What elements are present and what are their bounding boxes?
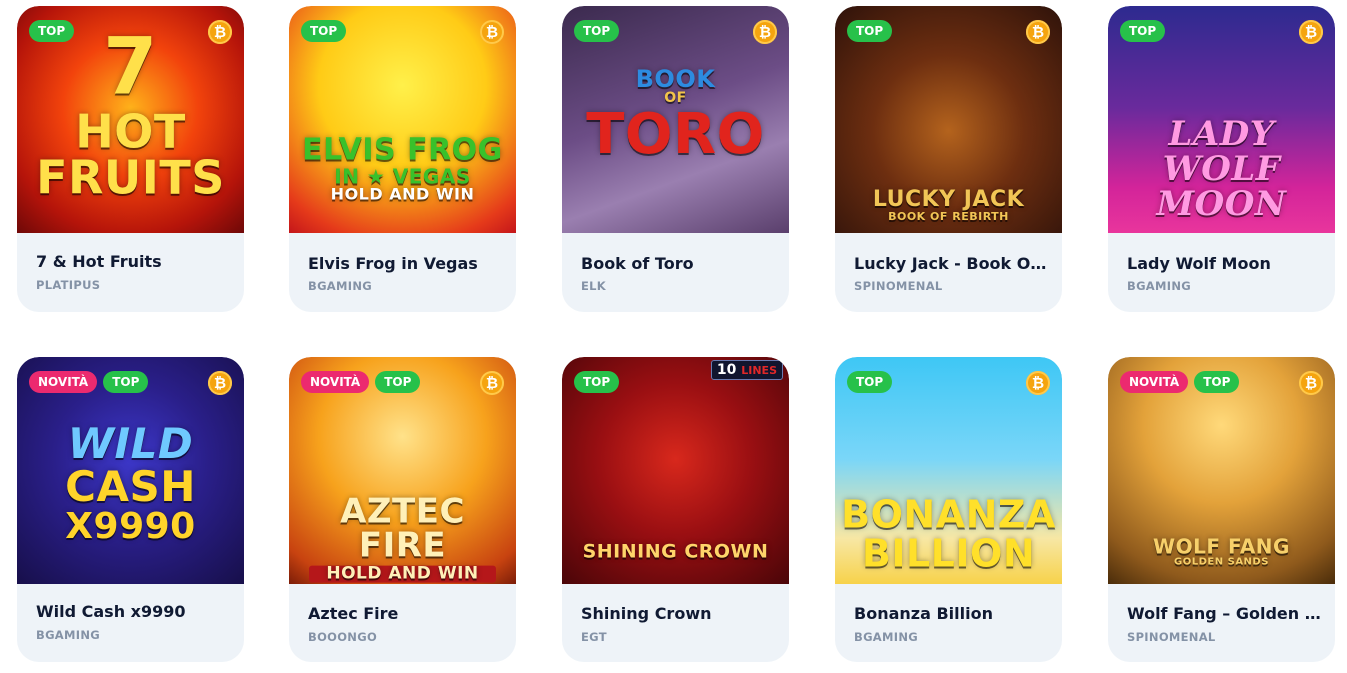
game-card[interactable]: LUCKY JACK BOOK OF REBIRTH TOP ₿ Lucky J… xyxy=(835,6,1062,312)
game-card[interactable]: BONANZA BILLION TOP ₿ Bonanza Billion BG… xyxy=(835,357,1062,662)
game-card[interactable]: ELVIS FROG IN ★ VEGAS HOLD AND WIN TOP ₿… xyxy=(289,6,516,312)
bitcoin-icon: ₿ xyxy=(208,371,232,395)
badge-group: TOP xyxy=(574,371,620,393)
game-artwork: BOOK OF TORO xyxy=(586,65,765,167)
bitcoin-icon: ₿ xyxy=(1026,371,1050,395)
top-badge: TOP xyxy=(103,371,149,393)
game-title[interactable]: Aztec Fire xyxy=(308,604,504,623)
game-card[interactable]: BOOK OF TORO TOP ₿ Book of Toro ELK xyxy=(562,6,789,312)
game-thumbnail[interactable]: ELVIS FROG IN ★ VEGAS HOLD AND WIN TOP ₿ xyxy=(289,6,516,233)
game-artwork: LADY WOLF MOON xyxy=(1156,114,1287,224)
game-provider: ELK xyxy=(581,279,606,293)
game-title[interactable]: Bonanza Billion xyxy=(854,604,1050,623)
badge-group: TOP xyxy=(847,20,893,42)
game-provider: SPINOMENAL xyxy=(854,279,943,293)
game-title[interactable]: 7 & Hot Fruits xyxy=(36,252,232,271)
game-title[interactable]: Book of Toro xyxy=(581,254,777,273)
top-badge: TOP xyxy=(375,371,421,393)
top-badge: TOP xyxy=(574,20,620,42)
game-artwork: 7 HOT FRUITS xyxy=(36,22,225,205)
game-title[interactable]: Wild Cash x9990 xyxy=(36,602,232,621)
game-thumbnail[interactable]: WOLF FANG GOLDEN SANDS NOVITÀ TOP ₿ xyxy=(1108,357,1335,584)
top-badge: TOP xyxy=(847,371,893,393)
game-card[interactable]: SHINING CROWN 10 LINES TOP Shining Crown… xyxy=(562,357,789,662)
game-artwork: AZTEC FIRE HOLD AND WIN xyxy=(295,494,510,583)
game-title[interactable]: Shining Crown xyxy=(581,604,777,623)
game-thumbnail[interactable]: SHINING CROWN 10 LINES TOP xyxy=(562,357,789,584)
game-artwork: BONANZA BILLION xyxy=(841,492,1056,576)
game-provider: BGAMING xyxy=(1127,279,1191,293)
new-badge: NOVITÀ xyxy=(301,371,370,393)
new-badge: NOVITÀ xyxy=(29,371,98,393)
lines-tag: 10 LINES xyxy=(710,360,783,380)
game-provider: PLATIPUS xyxy=(36,278,101,292)
bitcoin-icon: ₿ xyxy=(1299,20,1323,44)
game-thumbnail[interactable]: WILD CASH X9990 NOVITÀ TOP ₿ xyxy=(17,357,244,584)
bitcoin-icon: ₿ xyxy=(208,20,232,44)
game-artwork: ELVIS FROG IN ★ VEGAS HOLD AND WIN xyxy=(302,132,503,204)
game-card[interactable]: AZTEC FIRE HOLD AND WIN NOVITÀ TOP ₿ Azt… xyxy=(289,357,516,662)
game-title[interactable]: Wolf Fang – Golden Sands xyxy=(1127,604,1323,623)
game-provider: BGAMING xyxy=(854,630,918,644)
badge-group: NOVITÀ TOP xyxy=(301,371,421,393)
game-thumbnail[interactable]: LUCKY JACK BOOK OF REBIRTH TOP ₿ xyxy=(835,6,1062,233)
badge-group: TOP xyxy=(847,371,893,393)
game-thumbnail[interactable]: AZTEC FIRE HOLD AND WIN NOVITÀ TOP ₿ xyxy=(289,357,516,584)
game-provider: BOOONGO xyxy=(308,630,378,644)
new-badge: NOVITÀ xyxy=(1120,371,1189,393)
lines-label: LINES xyxy=(741,364,777,377)
bitcoin-icon: ₿ xyxy=(753,20,777,44)
game-thumbnail[interactable]: 7 HOT FRUITS TOP ₿ xyxy=(17,6,244,233)
top-badge: TOP xyxy=(1194,371,1240,393)
game-title[interactable]: Lady Wolf Moon xyxy=(1127,254,1323,273)
bitcoin-icon: ₿ xyxy=(1026,20,1050,44)
game-grid: 7 HOT FRUITS TOP ₿ 7 & Hot Fruits PLATIP… xyxy=(0,0,1347,673)
badge-group: TOP xyxy=(29,20,75,42)
top-badge: TOP xyxy=(301,20,347,42)
game-artwork: WOLF FANG GOLDEN SANDS xyxy=(1153,534,1290,568)
top-badge: TOP xyxy=(1120,20,1166,42)
badge-group: NOVITÀ TOP xyxy=(1120,371,1240,393)
game-card[interactable]: LADY WOLF MOON TOP ₿ Lady Wolf Moon BGAM… xyxy=(1108,6,1335,312)
badge-group: TOP xyxy=(574,20,620,42)
bitcoin-icon: ₿ xyxy=(480,20,504,44)
top-badge: TOP xyxy=(574,371,620,393)
badge-group: TOP xyxy=(1120,20,1166,42)
game-artwork: LUCKY JACK BOOK OF REBIRTH xyxy=(872,186,1025,224)
game-provider: BGAMING xyxy=(308,279,372,293)
bitcoin-icon: ₿ xyxy=(480,371,504,395)
game-title[interactable]: Elvis Frog in Vegas xyxy=(308,254,504,273)
game-thumbnail[interactable]: LADY WOLF MOON TOP ₿ xyxy=(1108,6,1335,233)
bitcoin-icon: ₿ xyxy=(1299,371,1323,395)
badge-group: NOVITÀ TOP xyxy=(29,371,149,393)
game-provider: EGT xyxy=(581,630,607,644)
lines-count: 10 xyxy=(716,362,737,378)
badge-group: TOP xyxy=(301,20,347,42)
game-thumbnail[interactable]: BONANZA BILLION TOP ₿ xyxy=(835,357,1062,584)
game-card[interactable]: WOLF FANG GOLDEN SANDS NOVITÀ TOP ₿ Wolf… xyxy=(1108,357,1335,662)
game-title[interactable]: Lucky Jack - Book Of Rebirth xyxy=(854,254,1050,273)
top-badge: TOP xyxy=(847,20,893,42)
game-artwork: SHINING CROWN xyxy=(582,540,769,563)
game-provider: BGAMING xyxy=(36,628,100,642)
game-card[interactable]: WILD CASH X9990 NOVITÀ TOP ₿ Wild Cash x… xyxy=(17,357,244,662)
game-artwork: WILD CASH X9990 xyxy=(65,418,196,547)
game-thumbnail[interactable]: BOOK OF TORO TOP ₿ xyxy=(562,6,789,233)
top-badge: TOP xyxy=(29,20,75,42)
game-provider: SPINOMENAL xyxy=(1127,630,1216,644)
game-card[interactable]: 7 HOT FRUITS TOP ₿ 7 & Hot Fruits PLATIP… xyxy=(17,6,244,312)
